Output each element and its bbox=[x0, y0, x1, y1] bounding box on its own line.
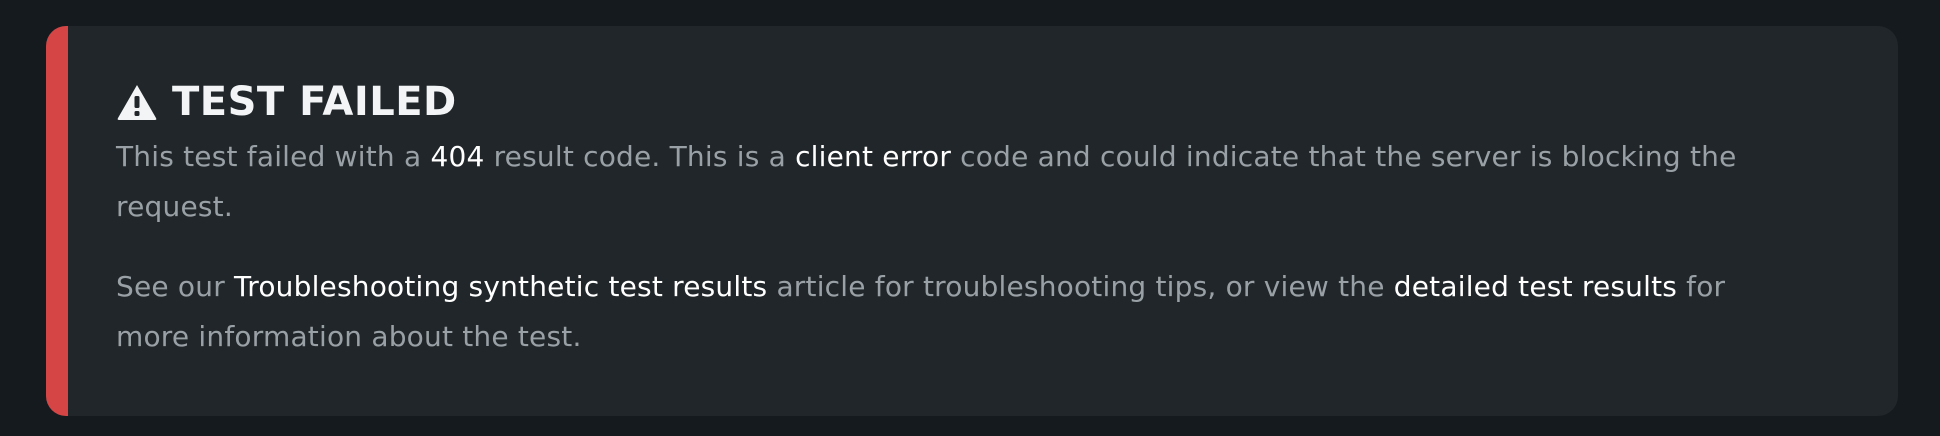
alert-content: TEST FAILED This test failed with a 404 … bbox=[116, 76, 1778, 362]
failure-description: This test failed with a 404 result code.… bbox=[116, 132, 1778, 232]
alert-title: TEST FAILED bbox=[116, 76, 1778, 128]
warning-icon bbox=[116, 83, 158, 121]
detailed-test-results-link[interactable]: detailed test results bbox=[1394, 270, 1677, 303]
error-type: client error bbox=[795, 140, 952, 173]
desc-text-2: result code. This is a bbox=[484, 140, 796, 173]
alert-title-text: TEST FAILED bbox=[172, 79, 457, 125]
guide-text-1: See our bbox=[116, 270, 235, 303]
result-code: 404 bbox=[430, 140, 485, 173]
desc-text-1: This test failed with a bbox=[116, 140, 431, 173]
guide-text-2: article for troubleshooting tips, or vie… bbox=[767, 270, 1394, 303]
test-failed-alert: TEST FAILED This test failed with a 404 … bbox=[46, 26, 1898, 416]
troubleshooting-article-link[interactable]: Troubleshooting synthetic test results bbox=[234, 270, 767, 303]
alert-error-stripe bbox=[46, 26, 68, 416]
troubleshooting-guidance: See our Troubleshooting synthetic test r… bbox=[116, 262, 1778, 362]
